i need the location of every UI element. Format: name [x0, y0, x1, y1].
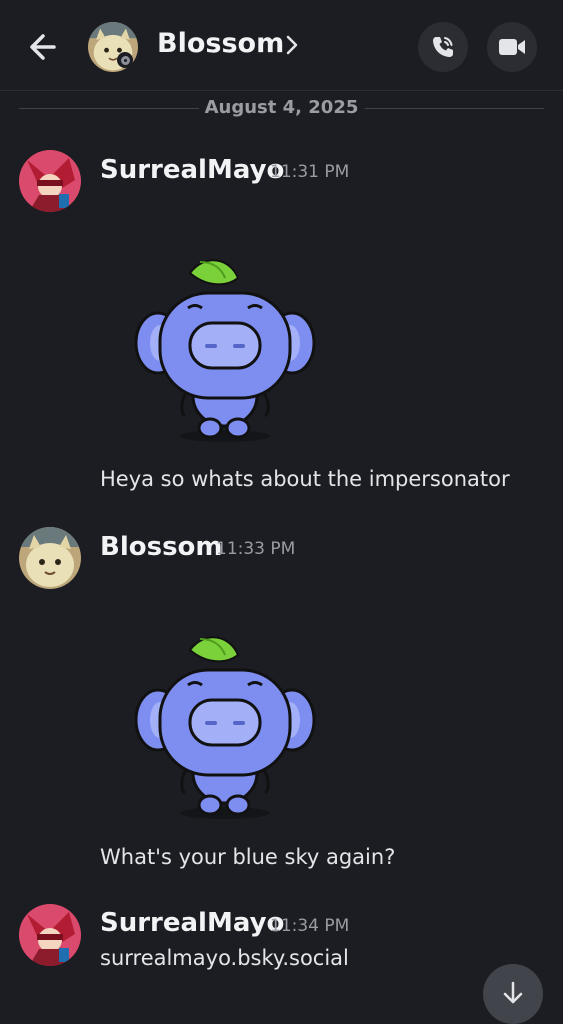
back-button[interactable]	[24, 28, 62, 66]
chevron-right-icon[interactable]	[284, 34, 300, 56]
divider-line-right	[365, 108, 544, 109]
video-camera-icon	[499, 39, 525, 55]
arrow-down-icon	[503, 981, 523, 1004]
message-text: surrealmayo.bsky.social	[100, 946, 349, 970]
voice-call-button[interactable]	[418, 22, 468, 72]
jump-to-bottom-button[interactable]	[483, 964, 543, 1024]
idle-status-icon	[117, 52, 133, 68]
message-timestamp: 11:33 PM	[216, 539, 296, 559]
date-divider: August 4, 2025	[0, 92, 563, 122]
message-timestamp: 11:31 PM	[270, 162, 350, 182]
message-author[interactable]: SurrealMayo	[100, 908, 284, 938]
message-author[interactable]: SurrealMayo	[100, 155, 284, 185]
message-text: What's your blue sky again?	[100, 845, 396, 869]
chat-header: Blossom	[0, 0, 563, 91]
message-timestamp: 11:34 PM	[270, 916, 350, 936]
wumpus-leaf-sticker[interactable]	[130, 248, 320, 448]
message-author[interactable]: Blossom	[100, 532, 223, 562]
avatar-surrealmayo[interactable]	[19, 150, 81, 212]
phone-icon	[433, 37, 453, 57]
avatar-surrealmayo[interactable]	[19, 904, 81, 966]
wumpus-leaf-sticker[interactable]	[130, 625, 320, 825]
arrow-left-icon	[30, 34, 56, 60]
video-call-button[interactable]	[487, 22, 537, 72]
avatar-blossom[interactable]	[19, 527, 81, 589]
chat-title[interactable]: Blossom	[157, 28, 284, 59]
message-text: Heya so whats about the impersonator	[100, 467, 510, 491]
